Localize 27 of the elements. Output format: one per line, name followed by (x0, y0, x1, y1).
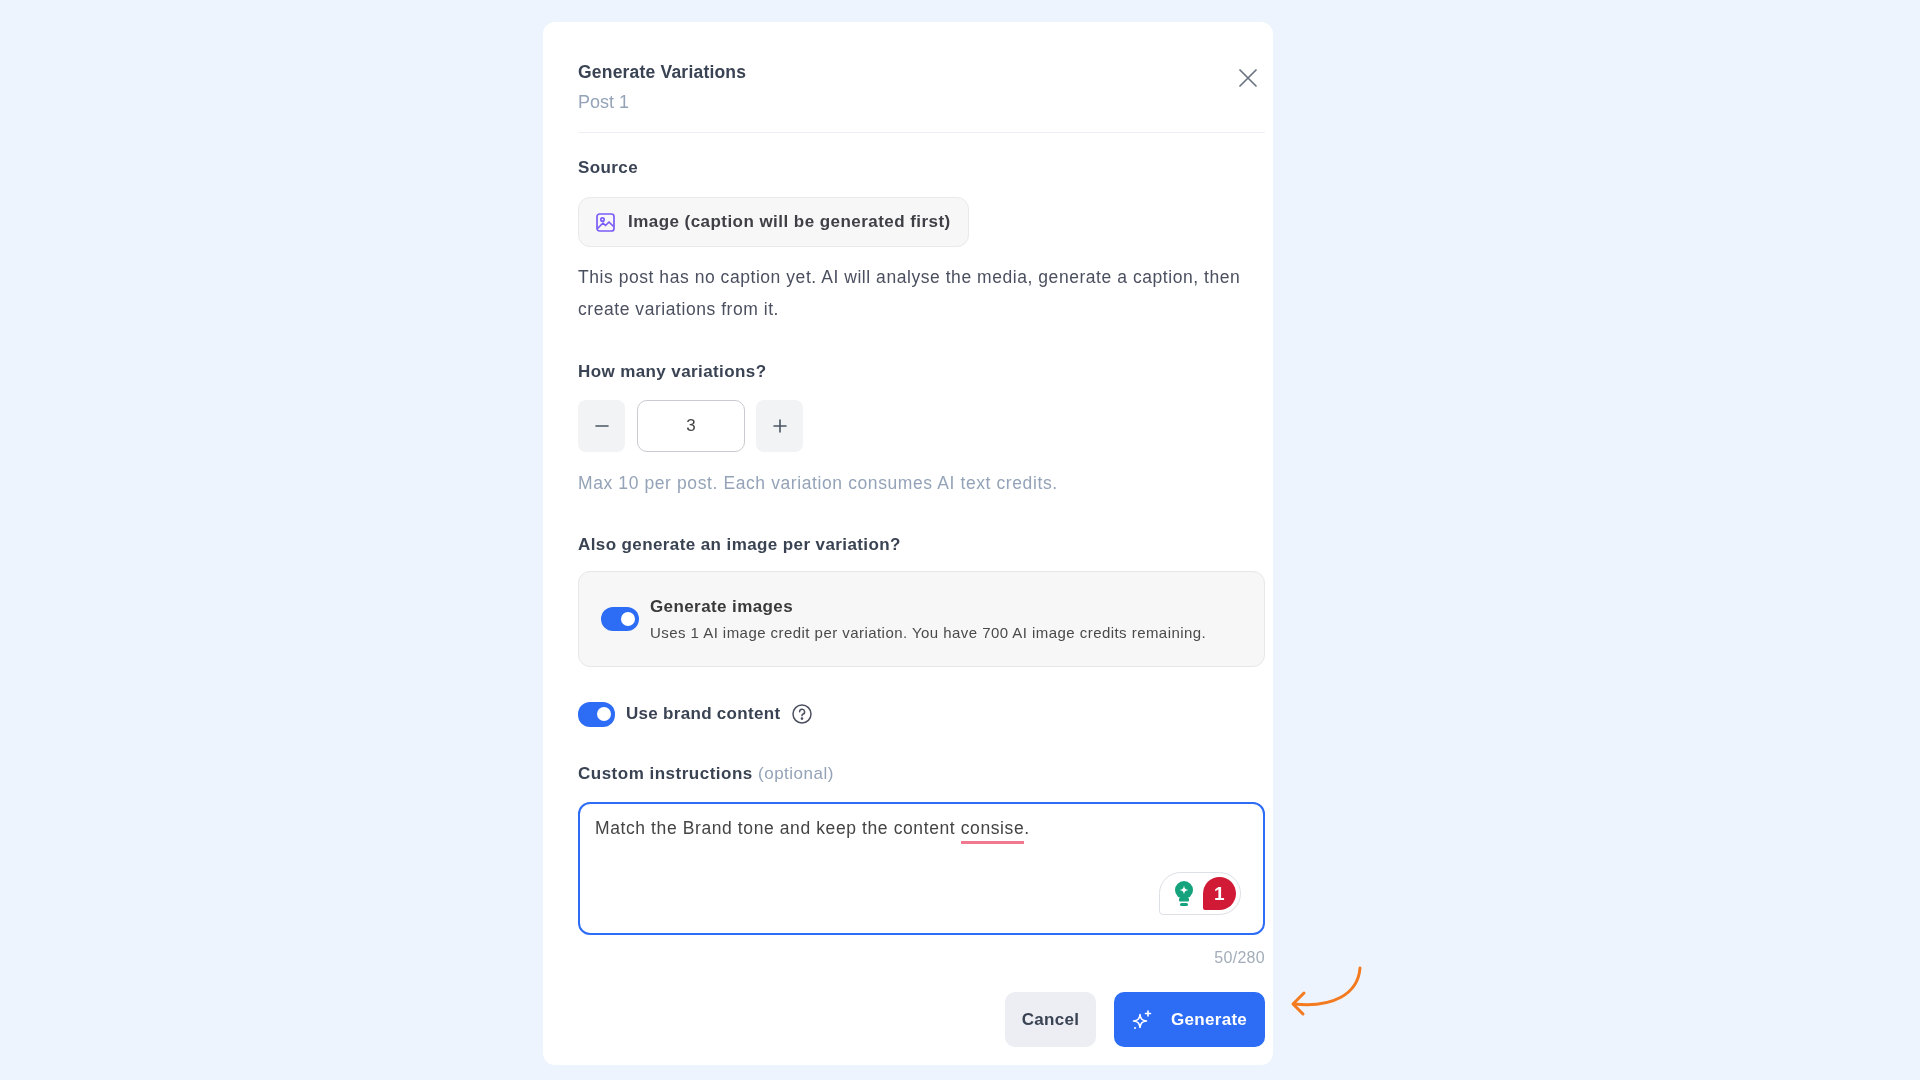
plus-icon (772, 419, 787, 433)
instructions-field[interactable]: Match the Brand tone and keep the content consise. 1 (578, 802, 1265, 935)
count-badge: 1 (1203, 877, 1236, 910)
sparkle-icon (1132, 1009, 1152, 1030)
toggle-label: Use brand content (626, 704, 781, 724)
toggle-switch[interactable] (601, 607, 639, 631)
hint-text: Max 10 per post. Each variation consumes AI text credits. (578, 472, 1059, 494)
option-title: Generate images (650, 596, 794, 618)
close-icon[interactable] (1239, 69, 1257, 87)
count-field[interactable]: 3 (637, 400, 745, 452)
source-type-text: Image (caption will be generated first) (628, 212, 951, 232)
section-label: How many variations? (578, 361, 768, 383)
dialog-title: Generate Variations (578, 61, 747, 83)
option-description: Uses 1 AI image credit per variation. You have 700 AI image credits remaining. (650, 624, 1207, 642)
section-label: Source (578, 157, 640, 179)
lightbulb-icon (1174, 880, 1194, 907)
help-icon[interactable] (792, 704, 813, 724)
cancel-button[interactable]: Cancel (1005, 992, 1096, 1047)
toggle-switch[interactable] (578, 701, 615, 727)
image-icon (596, 212, 615, 232)
writing-assistant-button[interactable]: 1 (1159, 872, 1241, 915)
dialog-subtitle: Post 1 (578, 91, 631, 113)
source-note: This post has no caption yet. AI will analyse the media, generate a caption, then create variations from it. (578, 266, 1242, 321)
field-label: Custom instructions (optional) (578, 763, 835, 785)
generate-button[interactable]: Generate (1114, 992, 1265, 1047)
section-label: Also generate an image per variation? (578, 534, 902, 556)
character-counter: 50/280 (1213, 949, 1265, 967)
